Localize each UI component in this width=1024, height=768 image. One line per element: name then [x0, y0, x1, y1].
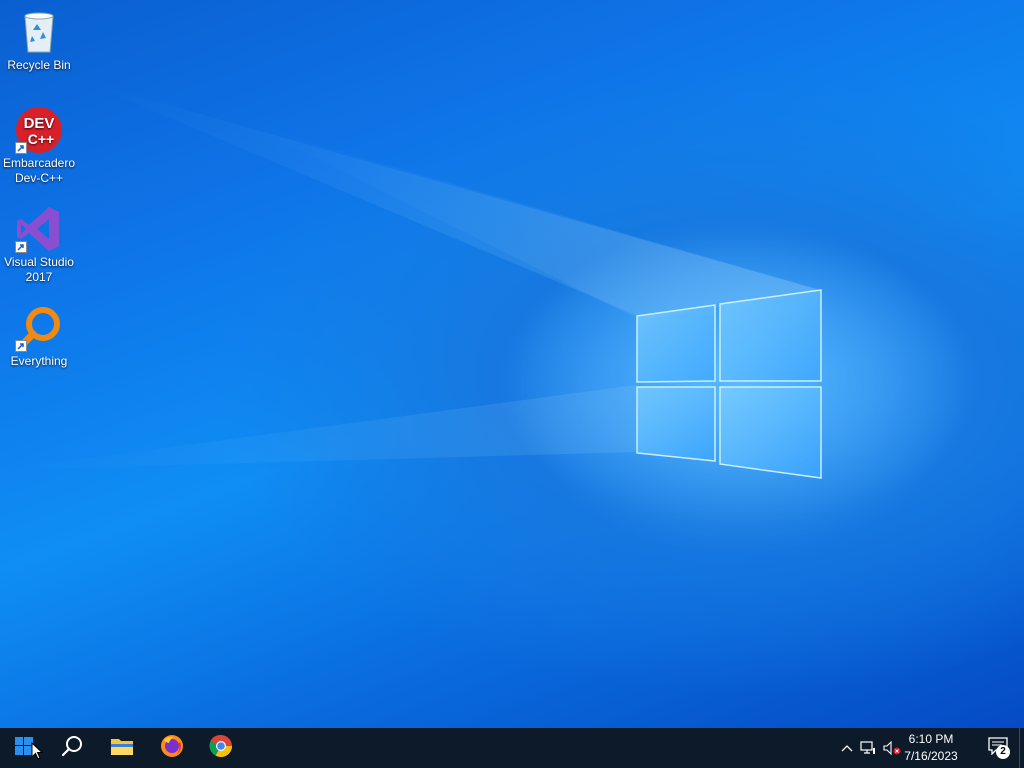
folder-icon — [110, 736, 134, 761]
search-button[interactable] — [48, 728, 96, 768]
search-icon — [61, 735, 83, 762]
devcpp-icon-text-top: DEV — [24, 115, 55, 132]
chevron-up-icon[interactable] — [838, 744, 856, 752]
clock-time: 6:10 PM — [908, 732, 954, 746]
taskbar-firefox[interactable] — [148, 728, 196, 768]
chrome-icon — [209, 734, 233, 763]
clock-date: 7/16/2023 — [904, 749, 958, 763]
desktop-icon-label: Embarcadero Dev-C++ — [2, 156, 76, 185]
everything-search-icon — [15, 304, 63, 352]
visual-studio-icon — [15, 205, 63, 253]
desktop-icon-label: Recycle Bin — [7, 58, 71, 72]
firefox-icon — [160, 734, 184, 763]
desktop-icon-visual-studio[interactable]: Visual Studio 2017 — [0, 205, 78, 285]
system-tray — [838, 728, 904, 768]
show-desktop-button[interactable] — [1019, 728, 1024, 768]
taskbar-file-explorer[interactable] — [98, 728, 146, 768]
desktop: Recycle Bin DEV C++ Embarcadero Dev-C++ … — [0, 0, 1024, 728]
desktop-icon-label: Visual Studio 2017 — [4, 255, 74, 284]
desktop-icon-recycle-bin[interactable]: Recycle Bin — [0, 8, 78, 73]
wallpaper — [0, 80, 970, 555]
action-center-button[interactable]: 2 — [980, 728, 1016, 768]
desktop-icon-label: Everything — [10, 354, 68, 368]
desktop-icon-everything[interactable]: Everything — [0, 304, 78, 369]
desktop-icon-devcpp[interactable]: DEV C++ Embarcadero Dev-C++ — [0, 106, 78, 186]
devcpp-icon-text-bottom: C++ — [28, 131, 54, 147]
notification-count-badge: 2 — [996, 745, 1010, 759]
recycle-bin-icon — [15, 8, 63, 56]
shortcut-arrow-icon — [15, 340, 27, 352]
devcpp-icon: DEV C++ — [15, 106, 63, 154]
shortcut-arrow-icon — [15, 241, 27, 253]
network-icon[interactable] — [856, 741, 880, 755]
mouse-cursor-icon — [31, 741, 44, 765]
taskbar-clock[interactable]: 6:10 PM 7/16/2023 — [896, 731, 966, 765]
taskbar-chrome[interactable] — [197, 728, 245, 768]
shortcut-arrow-icon — [15, 142, 27, 154]
taskbar: 6:10 PM 7/16/2023 2 — [0, 728, 1024, 768]
